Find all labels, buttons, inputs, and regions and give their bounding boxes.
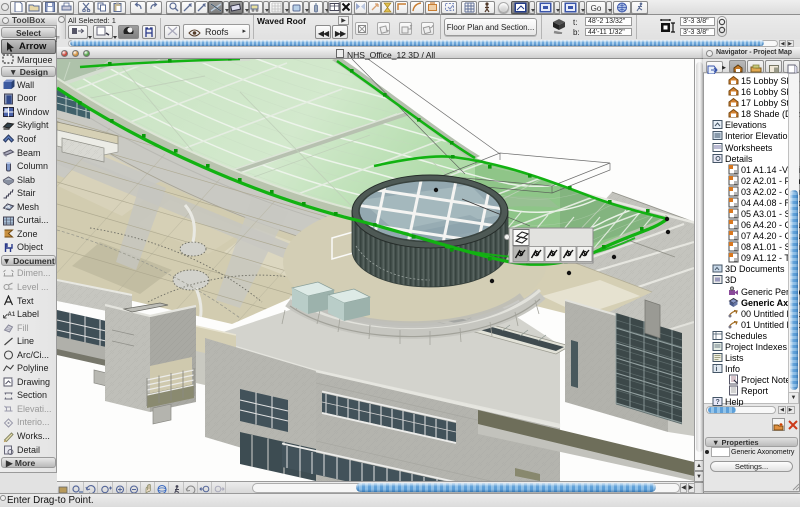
svg-text:i: i	[716, 366, 718, 373]
svg-text:A1: A1	[8, 312, 16, 318]
